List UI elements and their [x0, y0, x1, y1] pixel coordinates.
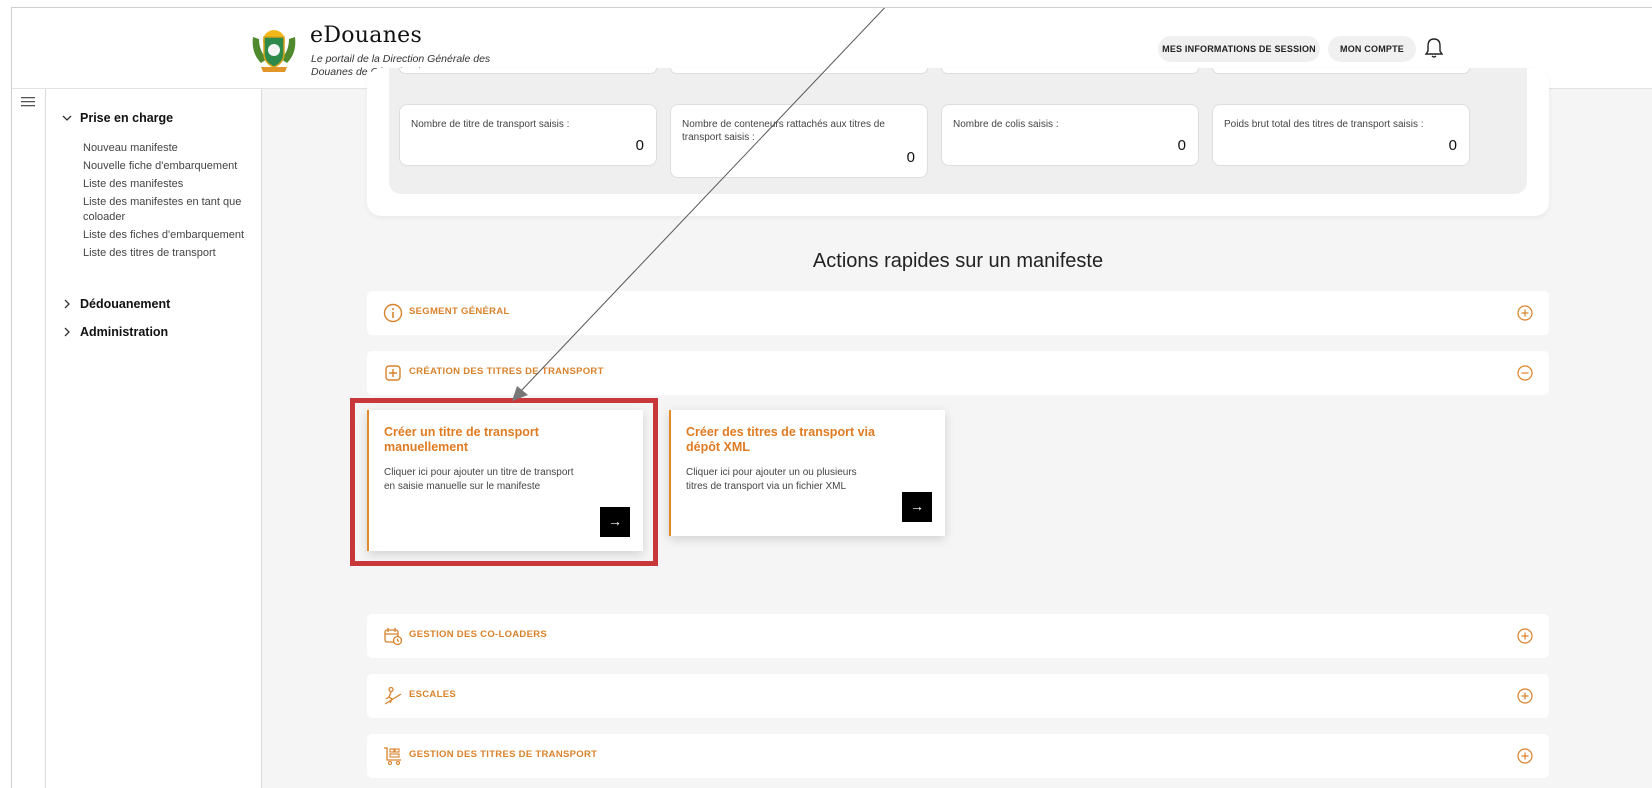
stat-label: Nombre de colis saisis : [953, 119, 1059, 130]
plus-circle-icon[interactable] [1517, 628, 1533, 644]
stat-box-previous [1212, 68, 1470, 74]
stat-label: Nombre de conteneurs rattachés aux titre… [682, 119, 885, 143]
plus-circle-icon[interactable] [1517, 748, 1533, 764]
stat-value: 0 [1177, 137, 1186, 154]
calendar-clock-icon [384, 628, 403, 646]
quick-actions-title: Actions rapides sur un manifeste [812, 250, 1104, 272]
sidebar-section-label: Administration [80, 325, 169, 339]
ramp-icon [384, 686, 402, 705]
sidebar-section-label: Prise en charge [80, 111, 174, 125]
card-description: Cliquer ici pour ajouter un ou plusieurs… [686, 467, 857, 492]
stat-box-poids: Poids brut total des titres de transport… [1212, 104, 1470, 166]
sidebar-item-nouvelle-fiche[interactable]: Nouvelle fiche d'embarquement [83, 159, 253, 174]
card-title: Créer des titres de transport via dépôt … [686, 425, 875, 454]
coat-of-arms-logo [252, 30, 296, 72]
accordion-label: GESTION DES CO-LOADERS [409, 629, 548, 640]
chevron-down-icon [62, 115, 72, 121]
accordion-co-loaders[interactable]: GESTION DES CO-LOADERS [367, 614, 1549, 658]
chevron-right-icon [64, 299, 70, 309]
card-create-xml[interactable]: Créer des titres de transport via dépôt … [669, 410, 945, 536]
plus-circle-icon[interactable] [1517, 305, 1533, 321]
sidebar-sub-items: Nouveau manifeste Nouvelle fiche d'embar… [83, 141, 253, 264]
stat-box-previous [941, 68, 1199, 74]
stat-box-colis: Nombre de colis saisis : 0 [941, 104, 1199, 166]
sidebar-section-administration[interactable]: Administration [60, 325, 168, 339]
accordion-escales[interactable]: ESCALES [367, 674, 1549, 718]
hamburger-icon[interactable] [21, 97, 35, 107]
side-rail [12, 89, 46, 788]
bell-icon[interactable] [1424, 37, 1444, 59]
stat-box-titres: Nombre de titre de transport saisis : 0 [399, 104, 657, 166]
session-info-button[interactable]: MES INFORMATIONS DE SESSION [1158, 36, 1320, 62]
highlight-box [350, 398, 658, 566]
plus-square-icon [385, 365, 401, 381]
stat-box-previous [670, 68, 928, 74]
stat-value: 0 [906, 149, 915, 166]
sidebar-section-dedouanement[interactable]: Dédouanement [60, 297, 170, 311]
stats-panel: Nombre de titre de transport saisis : 0 … [389, 68, 1527, 194]
cart-list-icon [384, 747, 401, 766]
sidebar-item-liste-manifestes-coloader[interactable]: Liste des manifestes en tant que coloade… [83, 195, 253, 225]
stat-value: 0 [1448, 137, 1457, 154]
accordion-label: ESCALES [409, 689, 456, 700]
stat-box-conteneurs: Nombre de conteneurs rattachés aux titre… [670, 104, 928, 178]
stat-value: 0 [635, 137, 644, 154]
brand-title: eDouanes [310, 23, 423, 48]
sidebar-item-liste-manifestes[interactable]: Liste des manifestes [83, 177, 253, 192]
accordion-label: SEGMENT GÉNÉRAL [409, 306, 510, 317]
plus-circle-icon[interactable] [1517, 688, 1533, 704]
chevron-right-icon [64, 327, 70, 337]
accordion-label: CRÉATION DES TITRES DE TRANSPORT [409, 366, 604, 377]
sidebar-item-liste-fiches[interactable]: Liste des fiches d'embarquement [83, 228, 253, 243]
sidebar-nav: Prise en charge Nouveau manifeste Nouvel… [46, 89, 262, 788]
manifest-stats-card: Nombre de titre de transport saisis : 0 … [367, 68, 1549, 216]
my-account-button[interactable]: MON COMPTE [1328, 36, 1416, 62]
arrow-right-button[interactable]: → [902, 492, 932, 522]
sidebar-section-prise-en-charge[interactable]: Prise en charge [60, 111, 173, 125]
stat-label: Poids brut total des titres de transport… [1224, 119, 1424, 130]
minus-circle-icon[interactable] [1517, 365, 1533, 381]
accordion-segment-general[interactable]: SEGMENT GÉNÉRAL [367, 291, 1549, 335]
sidebar-item-nouveau-manifeste[interactable]: Nouveau manifeste [83, 141, 253, 156]
info-circle-icon [383, 303, 403, 323]
stat-box-previous [399, 68, 657, 74]
sidebar-section-label: Dédouanement [80, 297, 171, 311]
accordion-label: GESTION DES TITRES DE TRANSPORT [409, 749, 598, 760]
sidebar-item-liste-titres[interactable]: Liste des titres de transport [83, 246, 253, 261]
app-window: eDouanes Le portail de la Direction Géné… [11, 7, 1652, 788]
accordion-creation-titres[interactable]: CRÉATION DES TITRES DE TRANSPORT [367, 351, 1549, 395]
accordion-gestion-titres[interactable]: GESTION DES TITRES DE TRANSPORT [367, 734, 1549, 778]
stat-label: Nombre de titre de transport saisis : [411, 119, 570, 130]
